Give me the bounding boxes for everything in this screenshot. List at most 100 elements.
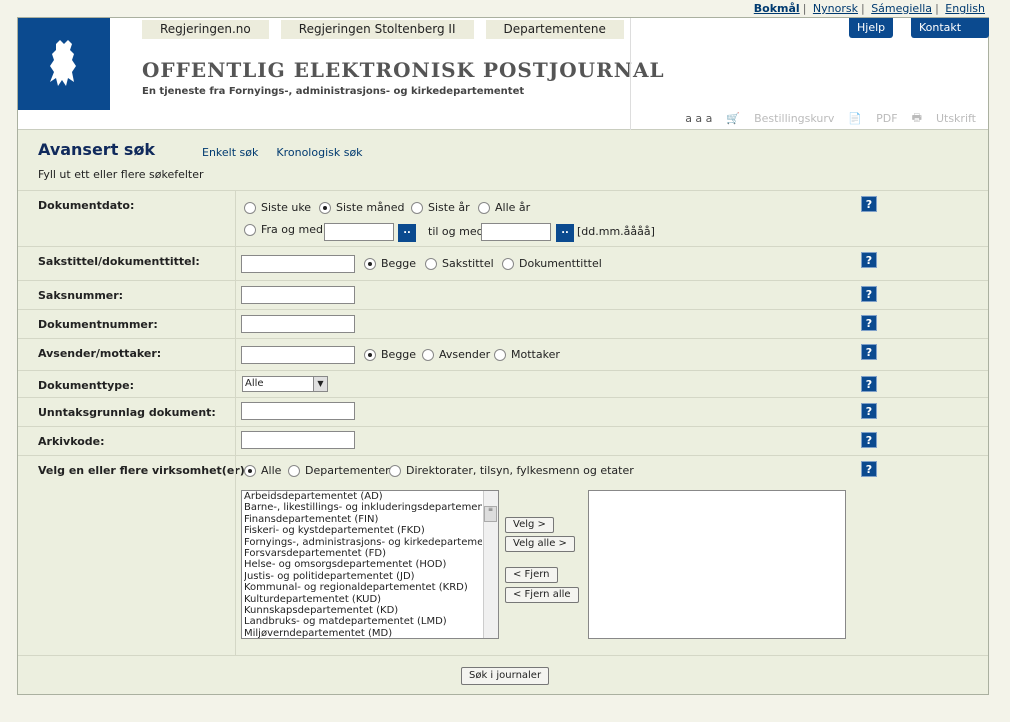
listbox-scrollbar[interactable]: ≡ [483,491,498,638]
lang-nynorsk-link[interactable]: Nynorsk [813,2,858,15]
department-option[interactable]: Landbruks- og matdepartementet (LMD) [244,616,482,627]
doc-date-label: Dokumentdato: [38,199,135,212]
select-button[interactable]: Velg > [505,517,554,533]
selected-listbox[interactable] [588,490,846,639]
date-from-input[interactable] [324,223,394,241]
department-option[interactable]: Fiskeri- og kystdepartementet (FKD) [244,525,482,536]
lang-bokmal-link[interactable]: Bokmål [754,2,800,15]
sender-help-button[interactable]: ? [861,344,877,360]
department-option[interactable]: Kunnskapsdepartementet (KD) [244,605,482,616]
org-label: Velg en eller flere virksomhet(er): [38,464,250,477]
date-to-input[interactable] [481,223,551,241]
date-last-week-radio[interactable]: Siste uke [244,201,311,214]
archive-label: Arkivkode: [38,435,105,448]
title-help-button[interactable]: ? [861,252,877,268]
doc-type-help-button[interactable]: ? [861,376,877,392]
page-hint: Fyll ut ett eller flere søkefelter [38,168,204,181]
doc-type-label: Dokumenttype: [38,379,135,392]
department-option[interactable]: Kommunal- og regionaldepartementet (KRD) [244,582,482,593]
department-option[interactable]: Fornyings-, administrasjons- og kirkedep… [244,537,482,548]
coat-of-arms-logo[interactable] [18,18,110,110]
department-option[interactable]: Helse- og omsorgsdepartementet (HOD) [244,559,482,570]
form-bottom-line [18,655,988,656]
title-doc-radio[interactable]: Dokumenttittel [502,257,602,270]
doc-number-input[interactable] [241,315,355,333]
date-last-year-radio[interactable]: Siste år [411,201,470,214]
date-all-years-radio[interactable]: Alle år [478,201,530,214]
exempt-help-button[interactable]: ? [861,403,877,419]
doc-number-label: Dokumentnummer: [38,318,158,331]
case-number-input[interactable] [241,286,355,304]
title-row: Sakstittel/dokumenttittel: Begge Sakstit… [18,246,988,280]
remove-all-button[interactable]: < Fjern alle [505,587,579,603]
site-title: OFFENTLIG ELEKTRONISK POSTJOURNAL [142,58,665,82]
language-bar: Bokmål | Nynorsk | Sámegiella | English [753,2,985,15]
doc-type-select[interactable]: Alle ▼ [242,376,328,392]
sender-input[interactable] [241,346,355,364]
nav-regjeringen-link[interactable]: Regjeringen.no [142,20,269,39]
toolbar: a a a 🛒 Bestillingskurv 📄 PDF 🖶 Utskrift [685,109,976,128]
text-size-control[interactable]: a a a [685,112,712,125]
chrono-search-link[interactable]: Kronologisk søk [276,146,362,159]
org-all-radio[interactable]: Alle [244,464,281,477]
doc-number-help-button[interactable]: ? [861,315,877,331]
print-link[interactable]: Utskrift [936,112,976,125]
exempt-input[interactable] [241,402,355,420]
archive-row: Arkivkode: ? [18,426,988,455]
title-label: Sakstittel/dokumenttittel: [38,255,200,268]
title-input[interactable] [241,255,355,273]
date-from-radio[interactable]: Fra og med [244,223,323,236]
department-option[interactable]: Barne-, likestillings- og inkluderingsde… [244,502,482,513]
doc-date-help-button[interactable]: ? [861,196,877,212]
org-row: Velg en eller flere virksomhet(er): Alle… [18,455,988,655]
archive-help-button[interactable]: ? [861,432,877,448]
department-option[interactable]: Arbeidsdepartementet (AD) [244,491,482,502]
title-both-radio[interactable]: Begge [364,257,416,270]
department-option[interactable]: Kulturdepartementet (KUD) [244,594,482,605]
search-journals-button[interactable]: Søk i journaler [461,667,550,685]
lang-samegiella-link[interactable]: Sámegiella [871,2,932,15]
sender-to-radio[interactable]: Mottaker [494,348,560,361]
sender-both-radio[interactable]: Begge [364,348,416,361]
date-from-picker-button[interactable]: .. [398,224,416,242]
date-to-picker-button[interactable]: .. [556,224,574,242]
remove-button[interactable]: < Fjern [505,567,558,583]
select-all-button[interactable]: Velg alle > [505,536,575,552]
printer-icon: 🖶 [911,111,922,124]
pdf-link[interactable]: PDF [876,112,897,125]
department-option[interactable]: Finansdepartementet (FIN) [244,514,482,525]
case-number-help-button[interactable]: ? [861,286,877,302]
contact-button[interactable]: Kontakt [911,18,989,38]
org-dept-radio[interactable]: Departementer [288,464,390,477]
department-option[interactable]: Miljøverndepartementet (MD) [244,628,482,638]
search-mode-nav: Enkelt søk Kronologisk søk [202,146,363,159]
cart-icon: 🛒 [726,112,741,125]
top-navigation: Regjeringen.no Regjeringen Stoltenberg I… [142,20,624,39]
page-frame: Regjeringen.no Regjeringen Stoltenberg I… [17,17,989,695]
date-format-hint: [dd.mm.åååå] [577,225,655,238]
lion-icon [50,40,76,86]
exempt-label: Unntaksgrunnlag dokument: [38,406,216,419]
doc-type-row: Dokumenttype: Alle ▼ ? [18,370,988,397]
lang-english-link[interactable]: English [945,2,985,15]
exempt-row: Unntaksgrunnlag dokument: ? [18,397,988,426]
org-other-radio[interactable]: Direktorater, tilsyn, fylkesmenn og etat… [389,464,634,477]
scroll-thumb[interactable]: ≡ [484,506,497,522]
case-number-row: Saksnummer: ? [18,280,988,309]
cart-link[interactable]: Bestillingskurv [754,112,834,125]
sender-row: Avsender/mottaker: Begge Avsender Mottak… [18,338,988,370]
site-header: Regjeringen.no Regjeringen Stoltenberg I… [18,18,989,130]
department-option[interactable]: Forsvarsdepartementet (FD) [244,548,482,559]
department-option[interactable]: Justis- og politidepartementet (JD) [244,571,482,582]
title-case-radio[interactable]: Sakstittel [425,257,494,270]
date-last-month-radio[interactable]: Siste måned [319,201,405,214]
case-number-label: Saksnummer: [38,289,124,302]
org-help-button[interactable]: ? [861,461,877,477]
nav-departementene-link[interactable]: Departementene [485,20,624,39]
department-listbox[interactable]: ≡ Arbeidsdepartementet (AD) Barne-, likes… [241,490,499,639]
archive-input[interactable] [241,431,355,449]
simple-search-link[interactable]: Enkelt søk [202,146,258,159]
nav-stoltenberg-link[interactable]: Regjeringen Stoltenberg II [280,20,474,39]
sender-from-radio[interactable]: Avsender [422,348,490,361]
help-button[interactable]: Hjelp [849,18,894,38]
